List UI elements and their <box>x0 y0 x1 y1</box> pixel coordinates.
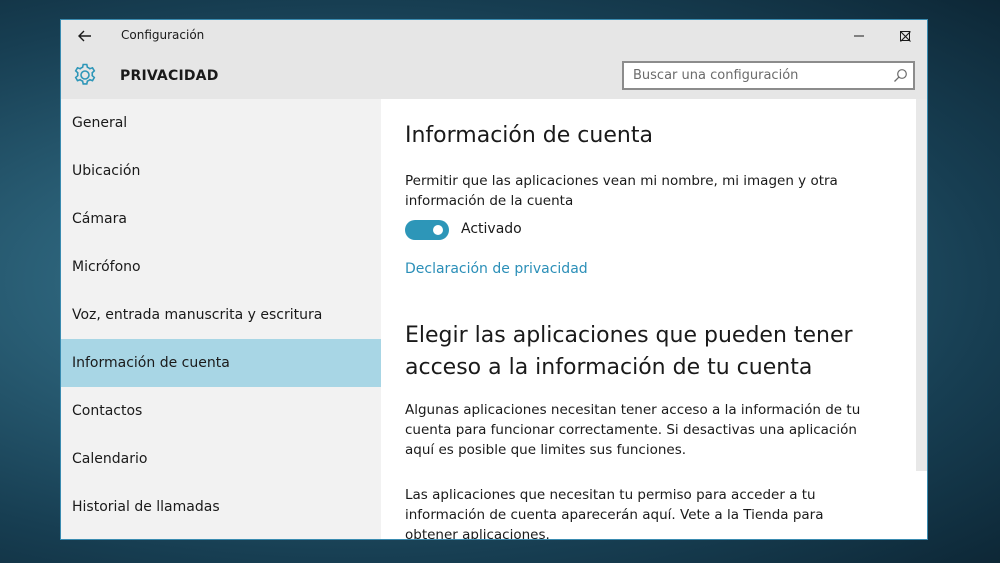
sidebar-item-label: Información de cuenta <box>72 355 230 371</box>
sidebar-item-microphone[interactable]: Micrófono <box>61 243 381 291</box>
toggle-knob <box>433 225 443 235</box>
sidebar-item-contacts[interactable]: Contactos <box>61 387 381 435</box>
search-icon[interactable] <box>893 68 908 83</box>
sidebar-item-location[interactable]: Ubicación <box>61 147 381 195</box>
gear-icon <box>74 63 96 85</box>
permission-description: Permitir que las aplicaciones vean mi no… <box>405 173 838 209</box>
privacy-statement-link[interactable]: Declaración de privacidad <box>405 261 588 277</box>
minimize-button[interactable] <box>836 20 882 52</box>
title-bar: Configuración <box>61 20 927 52</box>
search-box[interactable] <box>622 61 915 90</box>
apps-access-heading: Elegir las aplicaciones que pueden tener… <box>405 323 853 380</box>
sidebar-item-label: Historial de llamadas <box>72 499 220 515</box>
back-button[interactable] <box>71 24 99 48</box>
section-title: PRIVACIDAD <box>120 68 219 84</box>
sidebar-item-label: Cámara <box>72 211 127 227</box>
sidebar-item-speech-inking-typing[interactable]: Voz, entrada manuscrita y escritura <box>61 291 381 339</box>
sidebar-item-label: Voz, entrada manuscrita y escritura <box>72 307 323 323</box>
close-button[interactable] <box>881 20 927 52</box>
window-title: Configuración <box>121 28 205 42</box>
apps-access-description: Algunas aplicaciones necesitan tener acc… <box>405 402 861 458</box>
sidebar-item-calendar[interactable]: Calendario <box>61 435 381 483</box>
sidebar-item-label: Ubicación <box>72 163 141 179</box>
sidebar-item-label: Micrófono <box>72 259 141 275</box>
sidebar-nav: General Ubicación Cámara Micrófono Voz, … <box>61 99 381 539</box>
sidebar-item-label: Contactos <box>72 403 143 419</box>
sidebar-item-camera[interactable]: Cámara <box>61 195 381 243</box>
search-input[interactable] <box>624 63 893 88</box>
back-arrow-icon <box>78 30 91 42</box>
content-scrollbar[interactable] <box>916 99 927 471</box>
sidebar-item-call-history[interactable]: Historial de llamadas <box>61 483 381 531</box>
page-title: Información de cuenta <box>405 123 653 148</box>
account-info-toggle[interactable] <box>405 220 449 240</box>
sidebar-item-account-info[interactable]: Información de cuenta <box>61 339 381 387</box>
minimize-icon <box>854 35 864 37</box>
main-content: Información de cuenta Permitir que las a… <box>381 99 916 540</box>
close-icon <box>899 30 911 42</box>
store-hint-text: Las aplicaciones que necesitan tu permis… <box>405 487 824 540</box>
sidebar-item-general[interactable]: General <box>61 99 381 147</box>
sidebar-item-label: Calendario <box>72 451 148 467</box>
toggle-state-label: Activado <box>461 221 522 237</box>
sidebar-item-label: General <box>72 115 128 131</box>
settings-window: Configuración PRIVACIDAD Buscar una conf… <box>60 19 928 540</box>
settings-header: PRIVACIDAD <box>61 52 927 99</box>
